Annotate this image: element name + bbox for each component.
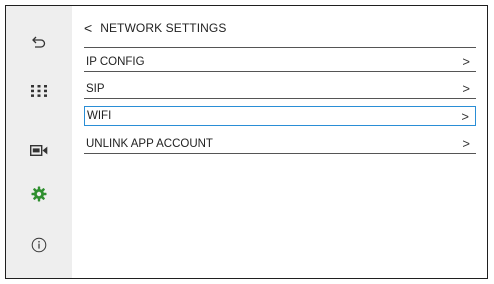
back-chevron-icon[interactable]: < [84,21,92,35]
sidebar-camera-button[interactable] [6,130,72,170]
menu-item-label: UNLINK APP ACCOUNT [86,137,213,150]
chevron-right-icon: > [462,54,470,69]
menu-item-wifi[interactable]: WIFI > [84,106,476,126]
back-header[interactable]: < NETWORK SETTINGS [84,14,469,42]
page-title: NETWORK SETTINGS [100,21,227,35]
menu-item-ip-config[interactable]: IP CONFIG > [84,52,476,72]
video-camera-icon [30,144,48,156]
chevron-right-icon: > [462,81,470,96]
menu-item-label: WIFI [87,110,112,122]
settings-gear-icon [31,186,47,202]
chevron-right-icon: > [462,136,470,151]
chevron-right-icon: > [461,108,469,124]
device-screen: < NETWORK SETTINGS IP CONFIG > SIP > WIF… [5,5,488,279]
sidebar-back-button[interactable] [6,22,72,62]
header-divider [84,47,476,48]
back-icon [32,36,46,48]
main-panel: < NETWORK SETTINGS IP CONFIG > SIP > WIF… [72,6,487,278]
info-icon [31,237,47,253]
sidebar-info-button[interactable] [6,225,72,265]
sidebar-settings-button[interactable] [6,174,72,214]
menu-item-label: IP CONFIG [86,55,145,68]
menu-item-unlink-app-account[interactable]: UNLINK APP ACCOUNT > [84,134,476,154]
menu-item-sip[interactable]: SIP > [84,79,476,99]
menu-item-label: SIP [86,82,105,95]
sidebar-apps-button[interactable] [6,71,72,111]
apps-grid-icon [31,85,47,97]
sidebar [6,6,72,278]
